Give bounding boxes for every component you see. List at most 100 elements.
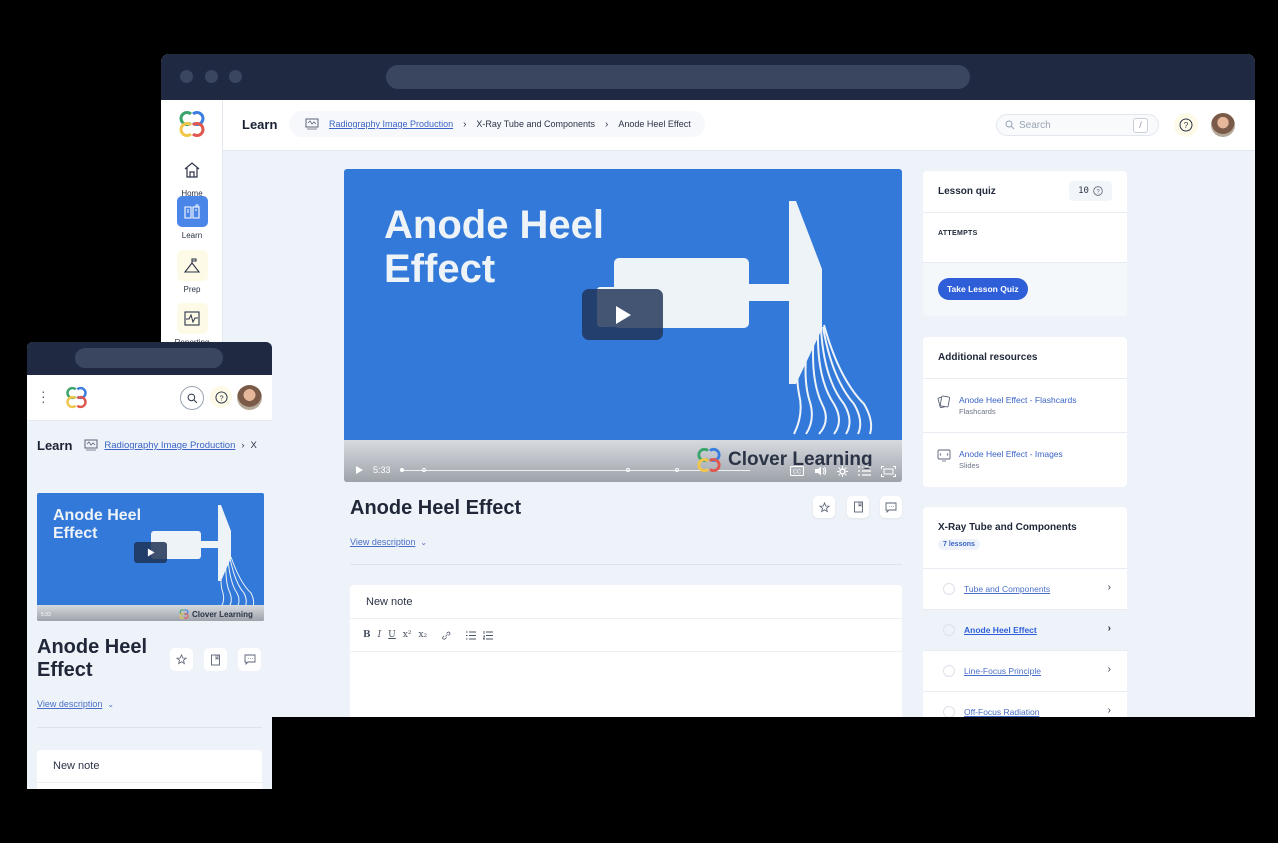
volume-icon[interactable] (814, 466, 827, 476)
play-button[interactable] (582, 289, 663, 340)
view-description-link[interactable]: View description ⌄ (350, 537, 427, 547)
note-title[interactable]: New note (350, 585, 902, 619)
mobile-search-button[interactable] (180, 386, 204, 410)
breadcrumb-course-link[interactable]: Radiography Image Production (104, 440, 235, 451)
comment-button[interactable] (880, 496, 902, 518)
window-dot (180, 70, 193, 83)
mobile-url-bar[interactable] (75, 348, 223, 368)
flashcards-icon (937, 395, 950, 408)
settings-gear-icon[interactable] (837, 466, 848, 477)
lessons-count-badge: 7 lessons (938, 539, 980, 550)
search-icon (1005, 120, 1015, 130)
view-description-link[interactable]: View description ⌄ (37, 699, 114, 709)
bold-button[interactable]: B (363, 630, 371, 640)
window-dot (205, 70, 218, 83)
resource-item-flashcards[interactable]: Anode Heel Effect - Flashcards Flashcard… (923, 378, 1127, 432)
course-image-icon (305, 118, 319, 129)
chapter-marker[interactable] (422, 468, 426, 472)
breadcrumb-course-link[interactable]: Radiography Image Production (329, 119, 453, 129)
mobile-browser-chrome (27, 342, 272, 375)
sidebar-item-home[interactable]: Home (161, 154, 223, 198)
chevron-right-icon: › (1107, 623, 1111, 634)
divider (350, 564, 902, 565)
star-icon (176, 654, 187, 665)
lesson-item[interactable]: Tube and Components › (923, 568, 1127, 609)
mobile-lesson-title: Anode Heel Effect (37, 636, 148, 681)
user-avatar[interactable] (1211, 113, 1235, 137)
captions-icon[interactable]: CC (790, 466, 804, 476)
superscript-button[interactable]: x² (403, 630, 412, 640)
numbered-list-icon[interactable] (483, 630, 494, 640)
desktop-window: Home Learn Prep Reporting (161, 54, 1255, 717)
mobile-note-editor: New note (37, 750, 262, 789)
help-icon: ? (1179, 118, 1193, 132)
breadcrumb-module[interactable]: X-Ray Tube and Components (476, 119, 595, 129)
breadcrumb-module-truncated[interactable]: X (251, 440, 257, 451)
chevron-right-icon: › (463, 118, 467, 130)
mobile-window: · · · ? Learn Radiography Image Production… (27, 342, 272, 789)
breadcrumb: Radiography Image Production › X-Ray Tub… (289, 111, 705, 137)
comment-icon (244, 654, 255, 665)
chapter-marker[interactable] (626, 468, 630, 472)
chevron-down-icon: ⌄ (420, 538, 428, 547)
clover-learning-watermark: Clover Learning (179, 609, 253, 619)
chevron-down-icon: ⌄ (107, 700, 115, 709)
help-button[interactable]: ? (1174, 113, 1198, 137)
favorite-button[interactable] (170, 648, 193, 671)
home-icon (177, 154, 208, 185)
top-bar: Learn Radiography Image Production › X-R… (223, 100, 1255, 151)
play-button[interactable] (134, 542, 167, 563)
sidebar-item-prep[interactable]: Prep (161, 250, 223, 294)
underline-button[interactable]: U (388, 630, 396, 640)
chapter-marker[interactable] (675, 468, 679, 472)
clover-logo-icon[interactable] (65, 386, 88, 409)
play-icon (147, 548, 155, 557)
italic-button[interactable]: I (378, 630, 382, 640)
course-image-icon (84, 439, 98, 451)
take-lesson-quiz-button[interactable]: Take Lesson Quiz (938, 278, 1028, 300)
bullet-list-icon[interactable] (466, 631, 477, 640)
bookmark-button[interactable] (847, 496, 869, 518)
chart-monitor-icon (176, 303, 208, 334)
mobile-video-player[interactable]: Anode Heel Effect 5:33 Clover Learning (37, 493, 264, 621)
slides-icon (937, 449, 951, 462)
chapters-list-icon[interactable] (858, 466, 871, 476)
sidebar-item-reporting[interactable]: Reporting (161, 303, 223, 347)
sidebar-item-learn[interactable]: Learn (161, 196, 223, 240)
url-bar[interactable] (386, 65, 970, 89)
lesson-item[interactable]: Off-Focus Radiation › (923, 691, 1127, 717)
note-title[interactable]: New note (37, 750, 262, 783)
menu-kebab-icon[interactable]: · · · (41, 384, 46, 408)
clover-logo-icon[interactable] (178, 110, 206, 138)
module-lessons-card: X-Ray Tube and Components 7 lessons Tube… (923, 507, 1127, 717)
link-icon[interactable] (442, 631, 451, 640)
note-editor: New note B I U x² x₂ (350, 585, 902, 717)
video-controls: 5:33 Clover Learning CC (344, 440, 902, 482)
lesson-item-active[interactable]: Anode Heel Effect › (923, 609, 1127, 650)
additional-resources-card: Additional resources Anode Heel Effect -… (923, 337, 1127, 487)
mobile-top-bar: · · · ? (27, 375, 272, 421)
marketing-stage: Home Learn Prep Reporting (0, 0, 1278, 843)
star-icon (818, 501, 830, 513)
play-small-icon[interactable] (355, 465, 364, 475)
video-player[interactable]: Anode Heel Effect 5:33 Clover Learning C… (344, 169, 902, 482)
search-input[interactable]: Search / (996, 114, 1159, 136)
mountain-flag-icon (176, 250, 208, 281)
quiz-question-count[interactable]: 10 ? (1069, 181, 1112, 201)
bookmark-button[interactable] (204, 648, 227, 671)
user-avatar[interactable] (237, 385, 262, 410)
attempts-section: ATTEMPTS (923, 212, 1127, 262)
comment-button[interactable] (238, 648, 261, 671)
module-title: X-Ray Tube and Components (938, 522, 1077, 533)
page-title: Learn (242, 117, 278, 132)
mobile-help-button[interactable]: ? (210, 386, 232, 408)
lesson-item[interactable]: Line-Focus Principle › (923, 650, 1127, 691)
resource-item-images[interactable]: Anode Heel Effect - Images Slides (923, 432, 1127, 486)
progress-handle[interactable] (400, 468, 404, 472)
favorite-button[interactable] (813, 496, 835, 518)
fullscreen-icon[interactable] (881, 466, 896, 477)
comment-icon (885, 502, 897, 513)
subscript-button[interactable]: x₂ (418, 630, 427, 640)
window-dot (229, 70, 242, 83)
video-control-icons: CC (790, 466, 896, 477)
